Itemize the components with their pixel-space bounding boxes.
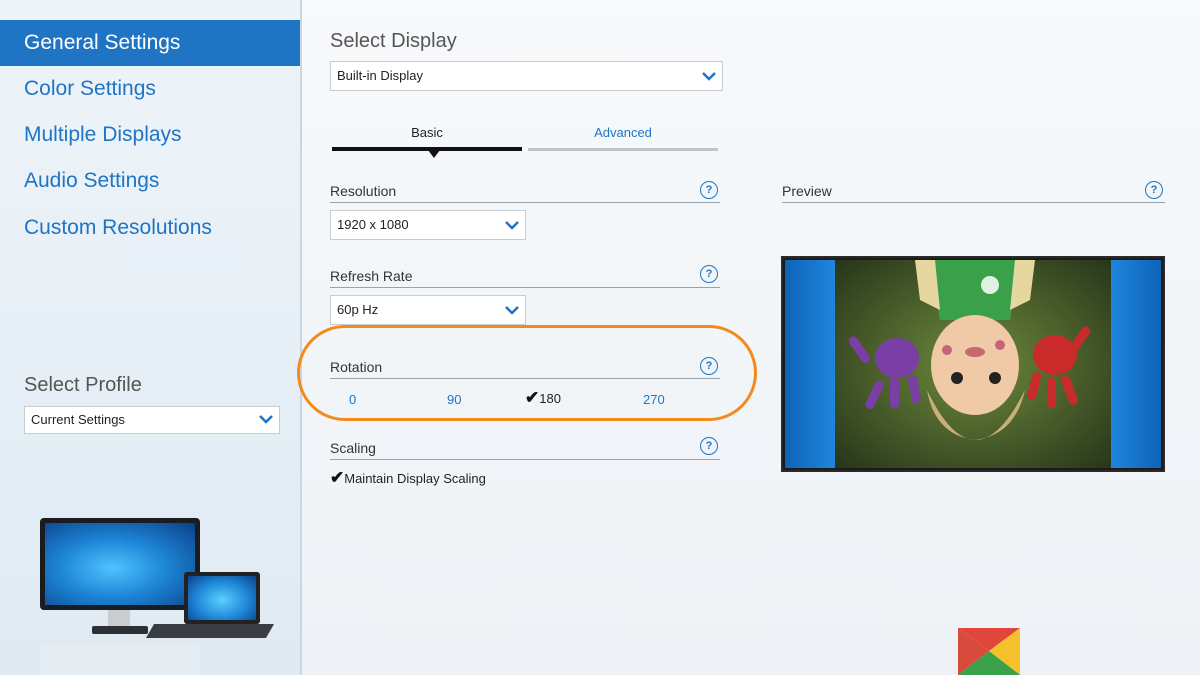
divider — [330, 287, 720, 288]
divider — [330, 459, 720, 460]
preview-letterbox-left — [785, 260, 835, 468]
resolution-dropdown-value: 1920 x 1080 — [337, 217, 409, 232]
preview-label: Preview — [782, 183, 832, 199]
select-profile-title: Select Profile — [24, 374, 142, 396]
laptop-base — [145, 624, 275, 638]
illustration-shadow — [40, 645, 200, 675]
sidebar-item-custom-resolutions[interactable]: Custom Resolutions — [0, 205, 300, 251]
tab-advanced[interactable]: Advanced — [528, 125, 718, 140]
refresh-rate-label: Refresh Rate — [330, 268, 413, 284]
scaling-label: Scaling — [330, 440, 376, 456]
sidebar-item-general-settings[interactable]: General Settings — [0, 20, 300, 66]
app-logo-icon — [958, 628, 1020, 675]
refresh-rate-dropdown-value: 60p Hz — [337, 302, 379, 317]
maintain-scaling-checkbox[interactable]: ✔Maintain Display Scaling — [330, 468, 486, 488]
sidebar-item-color-settings[interactable]: Color Settings — [0, 66, 300, 112]
chevron-down-icon — [259, 415, 273, 424]
divider — [782, 202, 1165, 203]
monitor-illustration — [40, 518, 200, 610]
preview-letterbox-right — [1111, 260, 1161, 468]
tab-advanced-underline — [528, 148, 718, 151]
maintain-scaling-label: Maintain Display Scaling — [344, 471, 486, 486]
chevron-down-icon — [505, 221, 519, 230]
chevron-down-icon — [505, 306, 519, 315]
preview-rotated-image — [835, 260, 1113, 468]
tab-basic[interactable]: Basic — [332, 125, 522, 140]
monitor-base — [92, 626, 148, 634]
divider — [330, 202, 720, 203]
display-dropdown-value: Built-in Display — [337, 68, 423, 83]
rotation-highlight-annotation — [297, 325, 757, 421]
sidebar: General Settings Color Settings Multiple… — [0, 0, 302, 675]
help-icon[interactable]: ? — [1145, 181, 1163, 199]
tab-pointer-icon — [428, 150, 440, 158]
chevron-down-icon — [702, 72, 716, 81]
laptop-illustration — [184, 572, 260, 624]
resolution-label: Resolution — [330, 183, 397, 199]
sidebar-item-multiple-displays[interactable]: Multiple Displays — [0, 112, 300, 158]
help-icon[interactable]: ? — [700, 265, 718, 283]
display-dropdown[interactable]: Built-in Display — [330, 61, 723, 91]
tab-basic-underline — [332, 147, 522, 151]
profile-dropdown-value: Current Settings — [31, 412, 125, 427]
help-icon[interactable]: ? — [700, 181, 718, 199]
select-display-title: Select Display — [330, 30, 457, 52]
sidebar-item-audio-settings[interactable]: Audio Settings — [0, 158, 300, 204]
profile-dropdown[interactable]: Current Settings — [24, 406, 280, 434]
help-icon[interactable]: ? — [700, 437, 718, 455]
resolution-dropdown[interactable]: 1920 x 1080 — [330, 210, 526, 240]
preview-display — [781, 256, 1165, 472]
checkmark-icon: ✔ — [330, 468, 345, 487]
refresh-rate-dropdown[interactable]: 60p Hz — [330, 295, 526, 325]
